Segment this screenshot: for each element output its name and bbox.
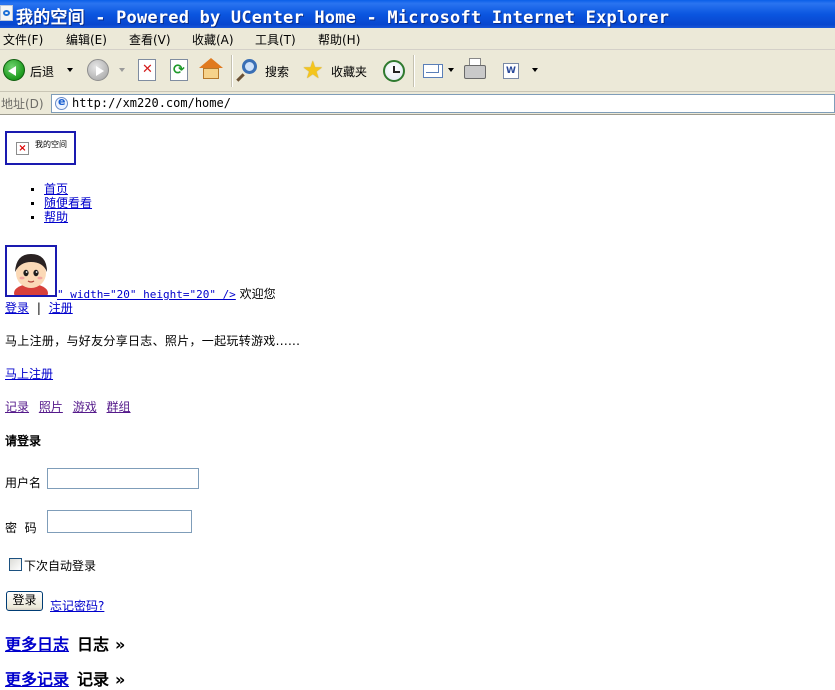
ie-document-icon[interactable] bbox=[0, 5, 13, 21]
home-button[interactable] bbox=[198, 56, 224, 82]
nav-item-browse: 随便看看 bbox=[30, 196, 92, 210]
back-label: 后退 bbox=[30, 65, 55, 79]
username-input[interactable] bbox=[47, 468, 199, 489]
broken-image-icon: × bbox=[16, 142, 29, 155]
mail-dropdown-icon bbox=[448, 68, 454, 72]
site-logo-link[interactable]: × 我的空间 bbox=[5, 131, 76, 165]
auth-links: 登录 | 注册 bbox=[5, 299, 73, 316]
favorites-star-icon: ★ bbox=[302, 56, 324, 84]
register-now-link[interactable]: 马上注册 bbox=[5, 367, 53, 381]
window-title: 我的空间 - Powered by UCenter Home - Microso… bbox=[16, 8, 670, 28]
menu-help[interactable]: 帮助(H) bbox=[318, 31, 360, 48]
avatar-cartoon-face-icon bbox=[7, 247, 55, 295]
feature-links: 记录 照片 游戏 群组 bbox=[5, 398, 137, 415]
menu-edit[interactable]: 编辑(E) bbox=[66, 31, 107, 48]
login-heading: 请登录 bbox=[5, 434, 42, 448]
register-now-wrap: 马上注册 bbox=[5, 365, 53, 382]
register-link[interactable]: 注册 bbox=[49, 301, 73, 315]
toolbar-separator bbox=[413, 55, 415, 87]
blog-section-arrow: » bbox=[115, 635, 126, 654]
menu-file[interactable]: 文件(F) bbox=[3, 31, 43, 48]
address-bar: 地址(D) http://xm220.com/home/ bbox=[0, 92, 835, 115]
remember-me-checkbox[interactable] bbox=[9, 558, 22, 571]
nav-item-help: 帮助 bbox=[30, 210, 92, 224]
search-icon bbox=[242, 59, 257, 74]
menu-bar: 文件(F) 编辑(E) 查看(V) 收藏(A) 工具(T) 帮助(H) bbox=[0, 28, 835, 50]
broken-markup-link[interactable]: " width="20" height="20" /> bbox=[57, 288, 236, 301]
search-label: 搜索 bbox=[265, 65, 290, 79]
nav-item-home: 首页 bbox=[30, 182, 92, 196]
mail-icon bbox=[423, 64, 443, 78]
remember-me-label[interactable]: 下次自动登录 bbox=[24, 557, 96, 574]
forward-dropdown-icon bbox=[119, 68, 125, 72]
back-icon bbox=[3, 59, 25, 81]
nav-link-help[interactable]: 帮助 bbox=[44, 210, 68, 224]
login-link[interactable]: 登录 bbox=[5, 301, 29, 315]
welcome-text: 欢迎您 bbox=[239, 287, 276, 301]
main-nav: 首页 随便看看 帮助 bbox=[30, 182, 92, 224]
password-input[interactable] bbox=[47, 510, 192, 533]
stop-button[interactable]: ✕ bbox=[138, 59, 156, 81]
history-icon[interactable] bbox=[383, 60, 405, 82]
login-submit-button[interactable]: 登录 bbox=[6, 591, 43, 611]
edit-dropdown-icon bbox=[532, 68, 538, 72]
menu-view[interactable]: 查看(V) bbox=[129, 31, 171, 48]
nav-link-home[interactable]: 首页 bbox=[44, 182, 68, 196]
edit-with-word-button[interactable]: W bbox=[500, 50, 542, 92]
back-button[interactable]: 后退 bbox=[0, 50, 80, 92]
username-label: 用户名 bbox=[5, 476, 42, 490]
menu-favorites[interactable]: 收藏(A) bbox=[192, 31, 234, 48]
intro-text: 马上注册，与好友分享日志、照片，一起玩转游戏...... bbox=[5, 334, 301, 348]
avatar[interactable] bbox=[5, 245, 57, 297]
welcome-line: " width="20" height="20" /> 欢迎您 bbox=[57, 285, 276, 302]
print-icon bbox=[464, 65, 486, 79]
forward-button[interactable] bbox=[80, 50, 130, 92]
forgot-password-link[interactable]: 忘记密码? bbox=[50, 597, 104, 614]
more-blogs-link[interactable]: 更多日志 bbox=[5, 635, 69, 654]
feature-link-records[interactable]: 记录 bbox=[5, 400, 29, 414]
search-button[interactable]: 搜索 bbox=[236, 50, 296, 92]
back-dropdown-icon bbox=[67, 68, 73, 72]
address-input[interactable]: http://xm220.com/home/ bbox=[51, 94, 835, 113]
favorites-label: 收藏夹 bbox=[331, 65, 368, 79]
more-records-link[interactable]: 更多记录 bbox=[5, 670, 69, 689]
logo-alt-text: 我的空间 bbox=[35, 140, 67, 149]
refresh-icon: ⟳ bbox=[173, 62, 185, 78]
favorites-button[interactable]: ★ 收藏夹 bbox=[300, 50, 372, 92]
address-label: 地址(D) bbox=[1, 97, 44, 111]
password-label: 密 码 bbox=[5, 521, 37, 535]
forward-icon bbox=[87, 59, 109, 81]
menu-tools[interactable]: 工具(T) bbox=[255, 31, 296, 48]
word-icon: W bbox=[503, 63, 519, 79]
refresh-button[interactable]: ⟳ bbox=[170, 59, 188, 81]
auth-separator: | bbox=[36, 301, 41, 315]
feature-link-photos[interactable]: 照片 bbox=[39, 400, 63, 414]
blog-section-heading: 更多日志 日志 » bbox=[5, 631, 125, 655]
blog-section-label: 日志 bbox=[77, 635, 110, 654]
home-icon bbox=[199, 58, 223, 68]
mail-button[interactable] bbox=[420, 50, 458, 92]
feature-link-groups[interactable]: 群组 bbox=[107, 400, 131, 414]
toolbar-separator bbox=[231, 55, 233, 87]
records-section-heading: 更多记录 记录 » bbox=[5, 666, 125, 690]
nav-link-browse[interactable]: 随便看看 bbox=[44, 196, 92, 210]
records-section-arrow: » bbox=[115, 670, 126, 689]
page-content: × 我的空间 首页 随便看看 帮助 " width="20" height="2… bbox=[0, 116, 835, 689]
address-url[interactable]: http://xm220.com/home/ bbox=[72, 96, 231, 110]
print-button[interactable] bbox=[462, 50, 490, 92]
standard-toolbar: 后退 ✕ ⟳ 搜索 ★ 收藏夹 W bbox=[0, 50, 835, 92]
records-section-label: 记录 bbox=[77, 670, 110, 689]
title-bar: 我的空间 - Powered by UCenter Home - Microso… bbox=[0, 0, 835, 28]
feature-link-games[interactable]: 游戏 bbox=[73, 400, 97, 414]
stop-icon: ✕ bbox=[142, 62, 153, 77]
page-icon bbox=[55, 95, 68, 110]
